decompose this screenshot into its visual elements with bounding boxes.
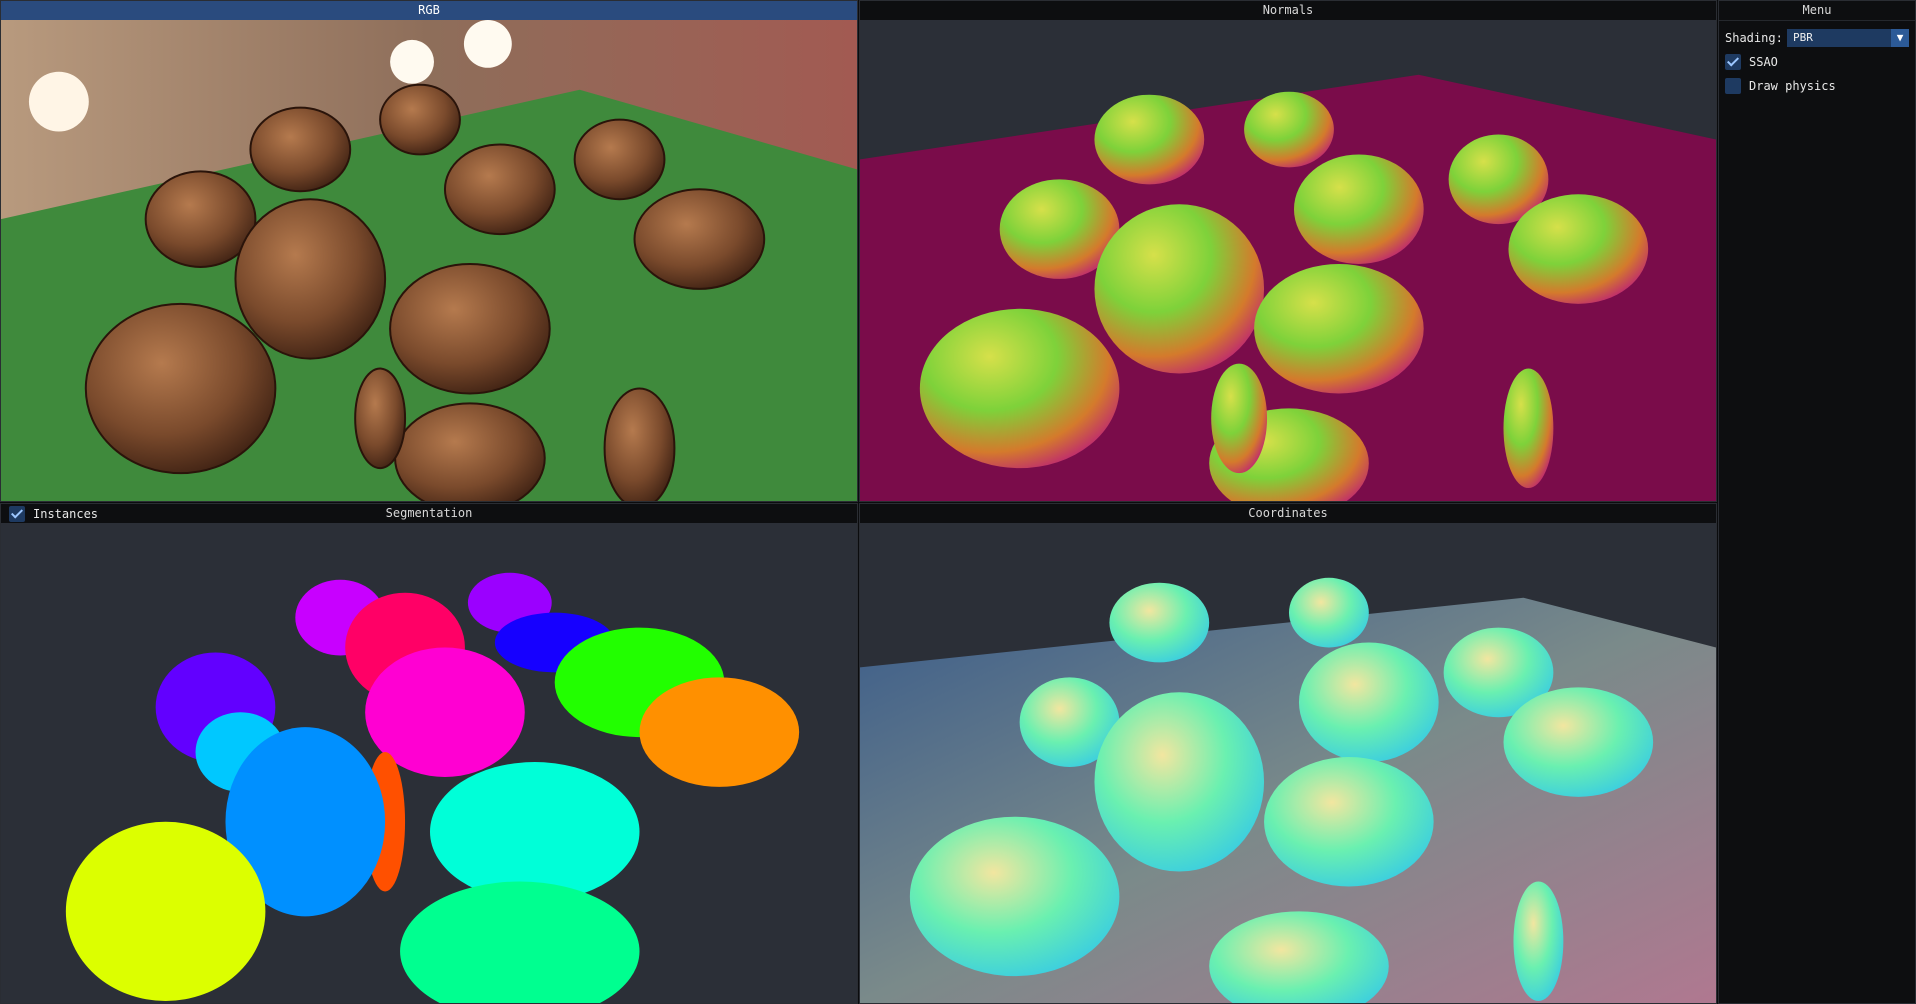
shading-label: Shading: [1725, 31, 1783, 45]
normals-view-panel[interactable]: Normals [859, 0, 1717, 502]
ssao-label: SSAO [1749, 55, 1778, 69]
ssao-checkbox[interactable] [1725, 54, 1741, 70]
normals-render-image [860, 20, 1716, 501]
coordinates-render-image [860, 523, 1716, 1003]
shading-row: Shading: PBR ▼ [1725, 27, 1909, 49]
menu-panel[interactable]: Menu Shading: PBR ▼ SSAO Draw physics [1718, 0, 1916, 1004]
instances-toggle[interactable]: Instances [9, 505, 98, 522]
coordinates-view-title[interactable]: Coordinates [860, 504, 1716, 524]
rgb-render-viewport[interactable] [1, 20, 857, 501]
segmentation-view-title[interactable]: Segmentation [1, 504, 857, 524]
menu-title[interactable]: Menu [1719, 1, 1915, 21]
instances-checkbox[interactable] [9, 505, 25, 522]
segmentation-view-panel[interactable]: Segmentation Instances [0, 503, 858, 1004]
rgb-view-title[interactable]: RGB [1, 1, 857, 21]
segmentation-render-image [1, 523, 857, 1003]
dropdown-arrow-icon[interactable]: ▼ [1891, 29, 1909, 47]
rgb-render-image [1, 20, 857, 501]
coordinates-render-viewport[interactable] [860, 523, 1716, 1003]
draw-physics-row[interactable]: Draw physics [1725, 75, 1909, 97]
draw-physics-label: Draw physics [1749, 79, 1836, 93]
instances-label: Instances [33, 506, 99, 521]
normals-view-title[interactable]: Normals [860, 1, 1716, 21]
shading-select-value: PBR [1793, 31, 1813, 44]
draw-physics-checkbox[interactable] [1725, 78, 1741, 94]
rgb-view-panel[interactable]: RGB [0, 0, 858, 502]
normals-render-viewport[interactable] [860, 20, 1716, 501]
segmentation-render-viewport[interactable] [1, 523, 857, 1003]
ssao-row[interactable]: SSAO [1725, 51, 1909, 73]
shading-select[interactable]: PBR ▼ [1787, 29, 1909, 47]
coordinates-view-panel[interactable]: Coordinates [859, 503, 1717, 1004]
